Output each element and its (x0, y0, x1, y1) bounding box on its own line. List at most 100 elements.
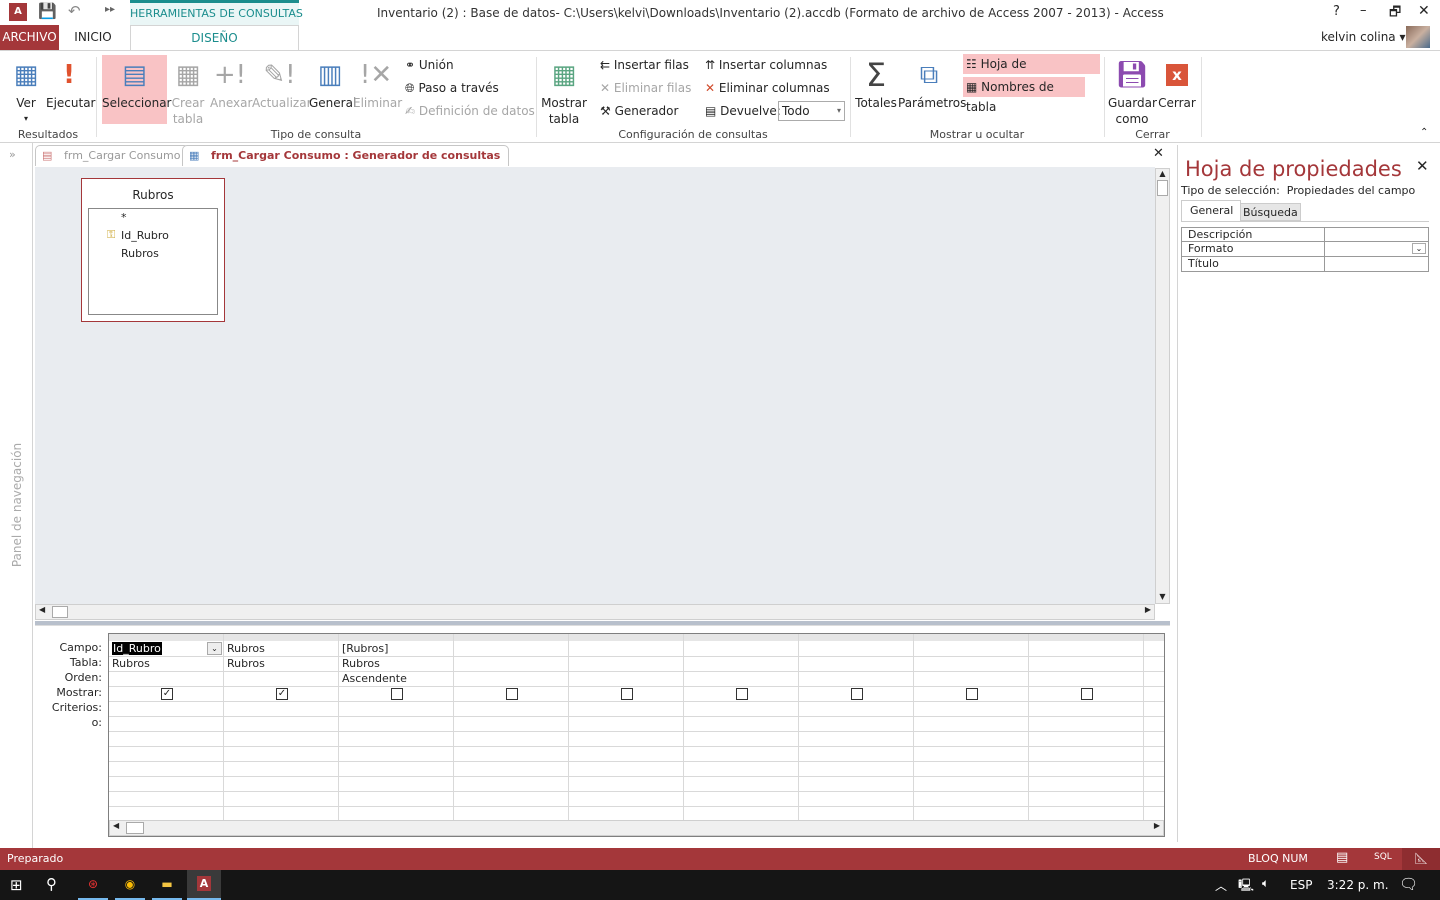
tab-busqueda[interactable]: Búsqueda (1240, 203, 1301, 221)
orden-cell[interactable] (109, 671, 224, 686)
field-list-rubros[interactable]: Rubros * ⚿ Id_Rubro Rubros (81, 178, 225, 322)
eliminar-button[interactable]: !✕ Eliminar (353, 55, 402, 111)
show-checkbox[interactable] (966, 688, 978, 700)
chrome-icon[interactable]: ◉ (115, 870, 145, 900)
insertar-columnas-label: Insertar columnas (718, 58, 828, 72)
field-all[interactable]: * (121, 211, 127, 224)
orden-cell[interactable]: Ascendente (339, 671, 454, 686)
union-button[interactable]: ⚭ Unión (402, 55, 454, 75)
tabla-cell[interactable]: Rubros (109, 656, 224, 671)
notifications-icon[interactable]: 🗨︎ (1399, 875, 1418, 893)
insertar-filas-button[interactable]: ⇇ Insertar filas (597, 55, 689, 75)
tabla-cell[interactable]: Rubros (224, 656, 339, 671)
actualizar-button[interactable]: ✎! Actualizar (252, 55, 312, 111)
close-property-sheet-button[interactable]: ✕ (1416, 157, 1429, 175)
horizontal-scrollbar[interactable]: ◀ ▶ (35, 604, 1155, 620)
parametros-button[interactable]: ⧉ Parámetros (898, 55, 966, 111)
insertar-columnas-button[interactable]: ⇈ Insertar columnas (702, 55, 827, 75)
tab-inicio[interactable]: INICIO (62, 25, 124, 50)
definicion-button[interactable]: ✍ Definición de datos (402, 101, 535, 121)
hoja-propiedades-button[interactable]: ☷ Hoja de propiedades (963, 54, 1100, 91)
expand-nav-icon[interactable]: » (9, 148, 16, 161)
orden-cell[interactable] (224, 671, 339, 686)
design-grid[interactable]: Id_Rubro ⌄ Rubros ✓ Rubros Rubros ✓ [Rubros] Rub… (108, 633, 1165, 837)
volume-icon[interactable]: 🔈︎ (1262, 876, 1269, 891)
close-button[interactable]: ✕ (1418, 3, 1430, 19)
grid-horizontal-scrollbar[interactable]: ◀ ▶ (109, 820, 1164, 836)
crear-tabla-button[interactable]: ▦ Crear tabla (170, 55, 206, 127)
anexar-button[interactable]: +! Anexar (210, 55, 252, 111)
show-hidden-icons[interactable]: ︿ (1215, 877, 1227, 894)
show-checkbox[interactable] (1081, 688, 1093, 700)
doctab-form[interactable]: ▤ frm_Cargar Consumo (35, 145, 190, 166)
campo-cell[interactable]: [Rubros] (339, 641, 454, 656)
tab-archivo[interactable]: ARCHIVO (0, 25, 59, 50)
language-indicator[interactable]: ESP (1290, 878, 1312, 892)
tab-diseno[interactable]: DISEÑO (130, 25, 299, 51)
chevron-down-icon[interactable]: ⌄ (1412, 243, 1426, 254)
sql-view-button[interactable]: SQL (1374, 852, 1392, 862)
property-row[interactable]: Descripción (1181, 227, 1429, 242)
general-label: General (309, 96, 357, 110)
ver-button[interactable]: ▦ Ver ▾ (6, 55, 46, 127)
user-name[interactable]: kelvin colina ▾ (1321, 30, 1406, 44)
general-button[interactable]: ▥ General (309, 55, 357, 111)
show-checkbox[interactable] (851, 688, 863, 700)
eliminar-columnas-button[interactable]: ✕ Eliminar columnas (702, 78, 830, 98)
cerrar-button[interactable]: x Cerrar (1158, 55, 1196, 111)
restore-button[interactable]: 🗗 (1389, 3, 1401, 25)
close-document-button[interactable]: ✕ (1153, 146, 1164, 161)
row-label: o: (91, 716, 102, 729)
generador-button[interactable]: ⚒ Generador (597, 101, 678, 121)
windows-start-icon[interactable]: ⊞ (10, 876, 23, 894)
show-checkbox[interactable] (506, 688, 518, 700)
help-button[interactable]: ? (1333, 4, 1340, 19)
devuelve-select[interactable]: Todo ▾ (778, 101, 845, 121)
datasheet-view-button[interactable]: ▤ (1336, 850, 1348, 865)
return-icon: ▤ (705, 104, 717, 118)
save-icon[interactable]: 💾 (38, 2, 57, 20)
customize-toolbar-icon[interactable]: ▸▸ (105, 4, 115, 15)
totales-label: Totales (855, 96, 897, 110)
property-row[interactable]: Formato ⌄ (1181, 242, 1429, 257)
collapse-ribbon-icon[interactable]: ⌃ (1420, 127, 1428, 138)
vertical-scrollbar[interactable]: ▲ ▼ (1155, 168, 1170, 604)
show-checkbox[interactable] (621, 688, 633, 700)
campo-cell[interactable]: Rubros (224, 641, 339, 656)
mostrar-tabla-button[interactable]: ▦ Mostrar tabla (540, 55, 588, 127)
chevron-down-icon[interactable]: ⌄ (207, 642, 222, 655)
design-view-button[interactable]: 📐︎ (1402, 848, 1440, 870)
file-explorer-icon[interactable]: ▬ (152, 870, 182, 900)
show-checkbox[interactable]: ✓ (161, 688, 173, 700)
group-label-tipo: Tipo de consulta (270, 128, 362, 141)
campo-cell[interactable]: Id_Rubro ⌄ (109, 641, 224, 656)
show-checkbox[interactable] (736, 688, 748, 700)
navigation-pane[interactable]: » Panel de navegación (0, 143, 33, 848)
group-label-resultados: Resultados (17, 128, 79, 141)
search-icon[interactable]: ⚲ (46, 875, 57, 893)
field-rubros[interactable]: Rubros (121, 247, 159, 260)
tab-general[interactable]: General (1181, 200, 1241, 221)
minimize-button[interactable]: – (1360, 3, 1367, 18)
show-checkbox[interactable]: ✓ (276, 688, 288, 700)
totales-button[interactable]: Σ Totales (855, 55, 897, 111)
app-icon[interactable]: ⊛ (78, 870, 108, 900)
show-checkbox[interactable] (391, 688, 403, 700)
tabla-cell[interactable]: Rubros (339, 656, 454, 671)
property-row[interactable]: Título (1181, 257, 1429, 272)
ejecutar-button[interactable]: ! Ejecutar (46, 55, 96, 111)
nombres-label: Nombres de tabla (966, 80, 1054, 114)
guardar-como-button[interactable]: 💾︎ Guardar como (1108, 55, 1157, 127)
devuelve-value: Todo (782, 104, 810, 118)
seleccionar-button[interactable]: ▤ Seleccionar (102, 55, 171, 124)
doctab-query-builder[interactable]: ▦ frm_Cargar Consumo : Generador de consu… (182, 145, 510, 166)
nombres-tabla-button[interactable]: ▦ Nombres de tabla (963, 77, 1085, 114)
access-taskbar-icon[interactable]: A (187, 870, 221, 900)
paso-button[interactable]: 🌐︎ Paso a través (402, 78, 499, 98)
field-id-rubro[interactable]: Id_Rubro (121, 229, 169, 242)
network-icon[interactable]: 🖳︎ (1238, 876, 1254, 897)
undo-icon[interactable]: ↶ (68, 2, 81, 20)
eliminar-filas-button[interactable]: ✕ Eliminar filas (597, 78, 691, 98)
clock[interactable]: 3:22 p. m. (1327, 878, 1389, 892)
avatar[interactable] (1406, 26, 1430, 48)
